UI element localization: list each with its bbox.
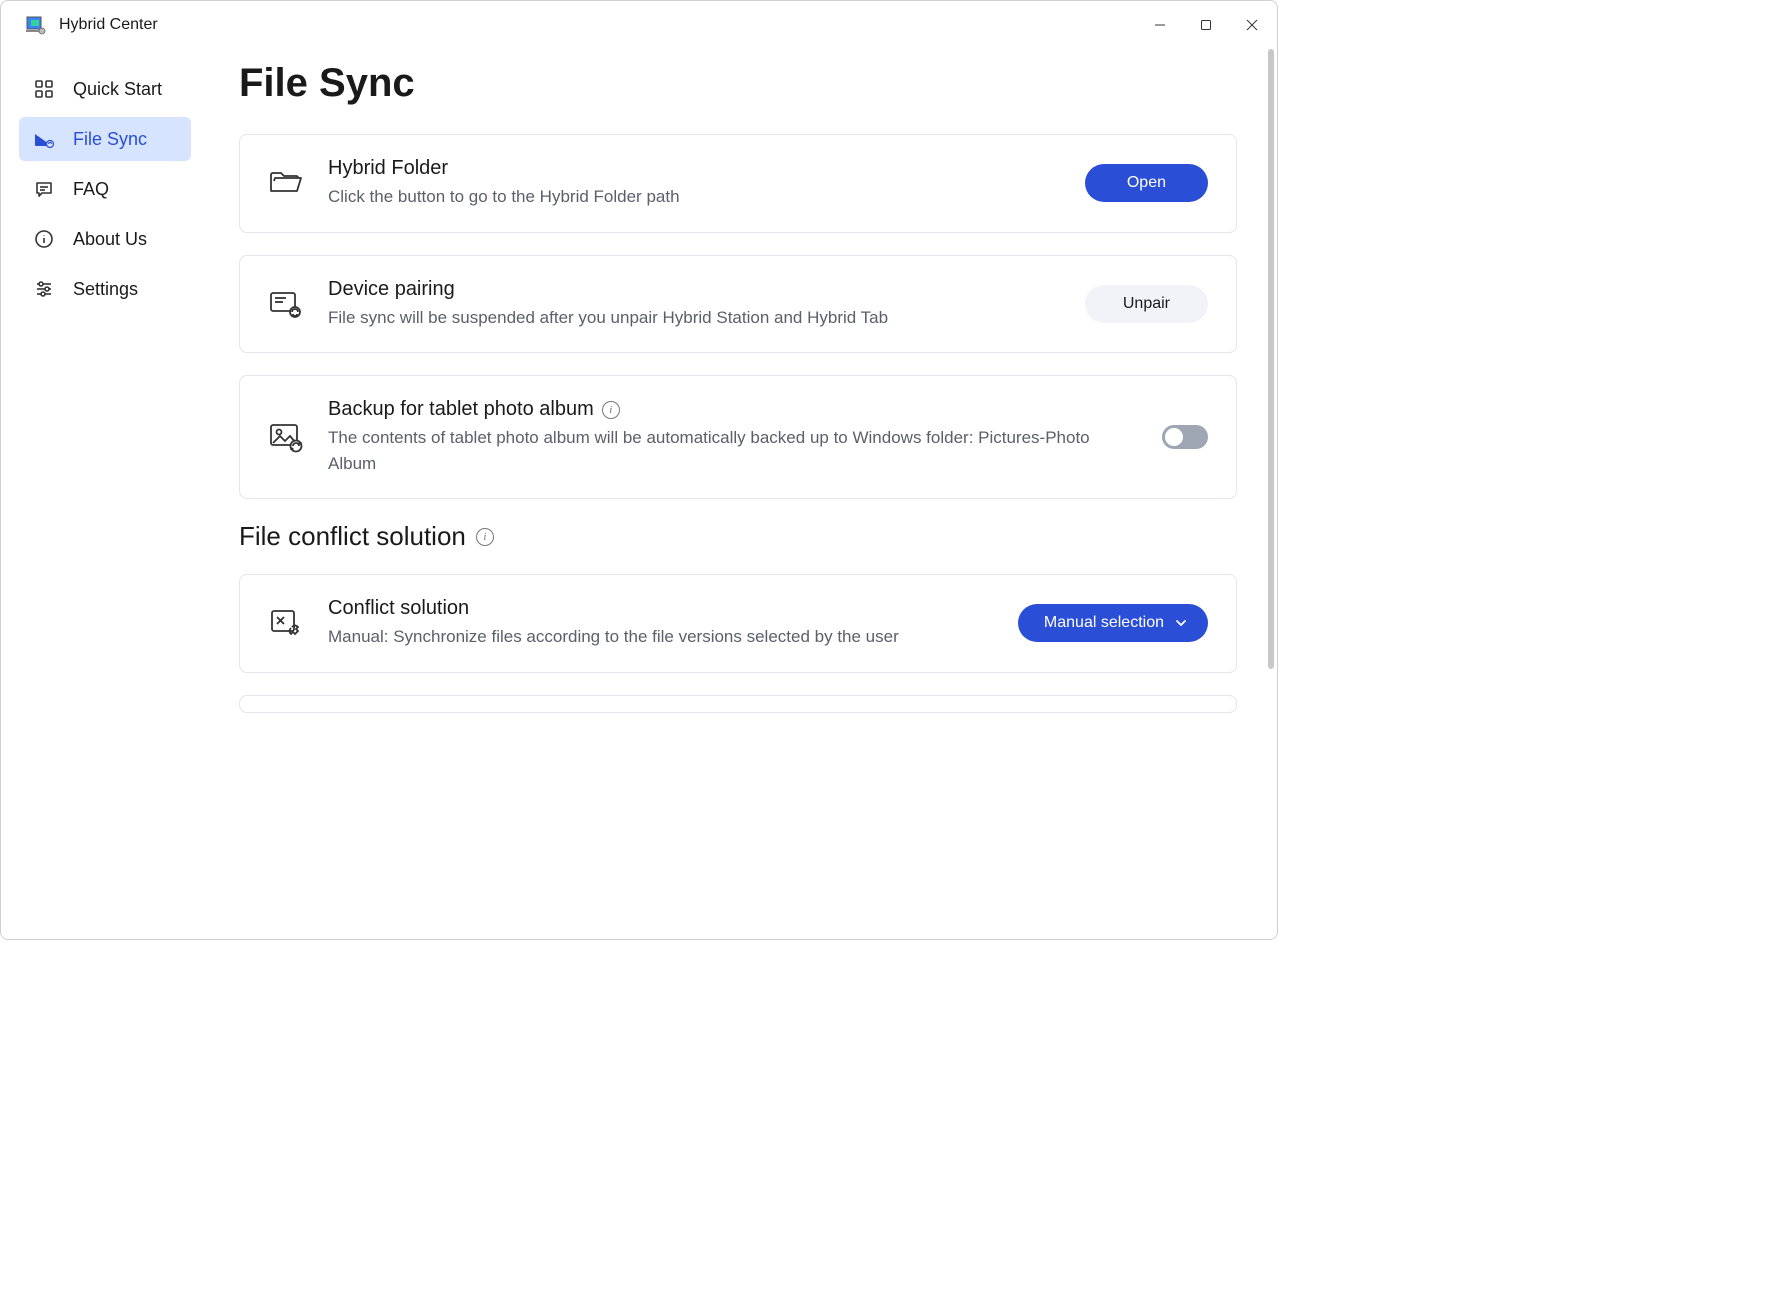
folder-open-icon — [268, 165, 304, 201]
sidebar-item-label: Quick Start — [73, 79, 162, 100]
card-hybrid-folder: Hybrid Folder Click the button to go to … — [239, 134, 1237, 233]
photo-sync-icon — [268, 419, 304, 455]
sidebar-item-file-sync[interactable]: File Sync — [19, 117, 191, 161]
sidebar-item-label: Settings — [73, 279, 138, 300]
card-description: The contents of tablet photo album will … — [328, 425, 1138, 476]
grid-icon — [33, 78, 55, 100]
close-button[interactable] — [1229, 9, 1275, 41]
maximize-button[interactable] — [1183, 9, 1229, 41]
info-icon[interactable]: i — [602, 401, 620, 419]
card-title: Device pairing — [328, 278, 1061, 301]
card-backup-photo-album: Backup for tablet photo album i The cont… — [239, 375, 1237, 499]
unpair-button[interactable]: Unpair — [1085, 285, 1208, 323]
scrollbar[interactable] — [1267, 49, 1275, 931]
sidebar-item-label: FAQ — [73, 179, 109, 200]
info-icon[interactable]: i — [476, 528, 494, 546]
card-conflict-solution: Conflict solution Manual: Synchronize fi… — [239, 574, 1237, 673]
content-area: File Sync Hybrid Folder Click the button… — [203, 49, 1277, 939]
card-partial — [239, 695, 1237, 713]
card-title: Conflict solution — [328, 597, 994, 620]
app-title: Hybrid Center — [59, 16, 158, 34]
card-title: Hybrid Folder — [328, 157, 1061, 180]
toggle-knob — [1165, 428, 1183, 446]
minimize-button[interactable] — [1137, 9, 1183, 41]
titlebar: Hybrid Center — [1, 1, 1277, 49]
card-description: Click the button to go to the Hybrid Fol… — [328, 184, 1061, 210]
open-button[interactable]: Open — [1085, 164, 1208, 202]
sidebar-item-quick-start[interactable]: Quick Start — [19, 67, 191, 111]
card-description: File sync will be suspended after you un… — [328, 305, 1061, 331]
sidebar-item-settings[interactable]: Settings — [19, 267, 191, 311]
sliders-icon — [33, 278, 55, 300]
device-link-icon — [268, 286, 304, 322]
card-device-pairing: Device pairing File sync will be suspend… — [239, 255, 1237, 354]
chevron-down-icon — [1174, 616, 1188, 630]
section-file-conflict: File conflict solution i — [239, 521, 1237, 552]
app-icon — [25, 14, 47, 36]
folder-sync-icon — [33, 128, 55, 150]
sidebar-item-about-us[interactable]: About Us — [19, 217, 191, 261]
sidebar: Quick Start File Sync FAQ — [1, 49, 203, 939]
card-title: Backup for tablet photo album i — [328, 398, 1138, 421]
sidebar-item-label: File Sync — [73, 129, 147, 150]
file-wrench-icon — [268, 605, 304, 641]
info-circle-icon — [33, 228, 55, 250]
window-controls — [1137, 9, 1275, 41]
sidebar-item-label: About Us — [73, 229, 147, 250]
scrollbar-thumb[interactable] — [1268, 49, 1274, 669]
sidebar-item-faq[interactable]: FAQ — [19, 167, 191, 211]
chat-icon — [33, 178, 55, 200]
card-description: Manual: Synchronize files according to t… — [328, 624, 994, 650]
backup-toggle[interactable] — [1162, 425, 1208, 449]
conflict-solution-dropdown[interactable]: Manual selection — [1018, 604, 1208, 642]
page-title: File Sync — [239, 61, 1237, 106]
